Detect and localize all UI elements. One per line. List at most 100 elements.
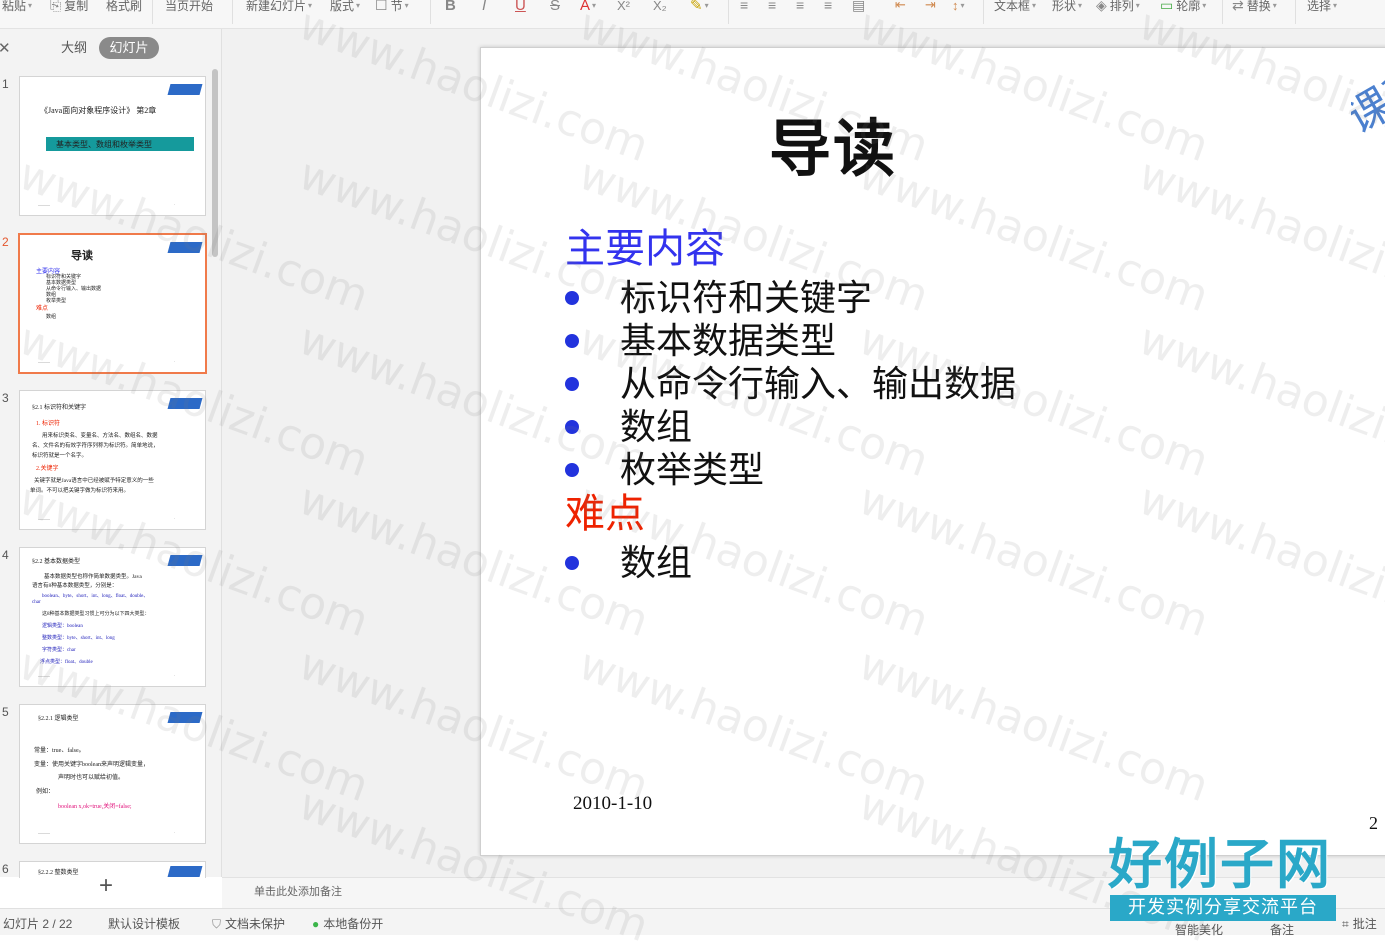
toolbar-divider <box>152 0 153 24</box>
thumbnail-title: §2.2 基本数据类型 <box>32 559 81 565</box>
thumbnail-footer: ——— <box>38 359 50 364</box>
align-center-icon[interactable]: ≡ <box>768 0 776 15</box>
bullet-dot <box>565 420 579 434</box>
template-name[interactable]: 默认设计模板 <box>108 915 180 932</box>
slide-thumbnail-panel: ✕ 大纲 幻灯片 1 《Java面向对象程序设计》 第2章 基本类型、数组和枚举… <box>0 29 222 898</box>
slide-thumbnail-4[interactable]: §2.2 基本数据类型 基本数据类型也称作简单数据类型。Java 语言有8种基本… <box>19 547 206 687</box>
thumbnail-title: 导读 <box>71 250 93 262</box>
thumbnail-line: 字符类型：char <box>42 648 76 653</box>
thumbnail-line: char <box>32 600 41 605</box>
thumbnail-line: 关键字就是Java语言中已经被赋予特定意义的一些 <box>34 478 154 484</box>
current-slide[interactable]: 课程 导读 主要内容 标识符和关键字 基本数据类型 从命令行输入、输出数据 数组… <box>480 47 1385 856</box>
collapse-panel-icon[interactable]: ✕ <box>0 39 11 57</box>
line-spacing-icon[interactable]: ↕ ▾ <box>952 0 965 15</box>
thumbnail-line: 名、文件名的有效字符序列称为标识符。简单地说， <box>32 443 159 449</box>
format-painter-button[interactable]: 格式刷 <box>106 0 142 15</box>
difficult-heading[interactable]: 难点 <box>565 481 645 539</box>
underline-button[interactable]: U <box>515 0 526 15</box>
comments-button[interactable]: ⌗ 批注 <box>1342 915 1377 932</box>
bold-button[interactable]: B <box>445 0 456 15</box>
slide-page-number[interactable]: 2 <box>1369 813 1378 834</box>
current-page-start-button[interactable]: 当页开始 <box>165 0 213 15</box>
thumbnail-footer: · <box>173 516 175 521</box>
outline-button[interactable]: ▭ 轮廓 ▾ <box>1160 0 1206 15</box>
slide-thumbnail-1[interactable]: 《Java面向对象程序设计》 第2章 基本类型、数组和枚举类型 ——— · <box>19 76 206 216</box>
outline-icon: ▭ <box>1160 0 1174 13</box>
thumbnail-line: boolean、byte、short、int、long、float、double… <box>42 594 149 599</box>
slide-date[interactable]: 2010-1-10 <box>573 793 652 815</box>
section-button[interactable]: ☐ 节 ▾ <box>375 0 409 15</box>
thumbnail-line: 标识符就是一个名字。 <box>32 453 88 459</box>
thumbnail-scrollbar[interactable] <box>212 69 218 257</box>
add-slide-button[interactable]: + <box>94 874 118 898</box>
brand-watermark: 好例子网 开发实例分享交流平台 <box>1108 835 1338 925</box>
justify-icon[interactable]: ≡ <box>824 0 832 15</box>
thumbnail-line: 常量：true、false。 <box>34 748 85 754</box>
italic-button[interactable]: I <box>482 0 486 15</box>
thumbnail-subtitle: 基本类型、数组和枚举类型 <box>56 140 152 149</box>
thumbnail-line: 基本数据类型也称作简单数据类型。Java <box>44 574 142 580</box>
section-icon: ☐ <box>375 0 388 13</box>
thumbnail-line: boolean x,ok=true,关闭=false; <box>58 804 132 810</box>
thumbnail-line: 1. 标识符 <box>36 421 61 427</box>
paste-button[interactable]: 粘贴 ▾ <box>2 0 32 15</box>
slide-thumbnail-3[interactable]: §2.1 标识符和关键字 1. 标识符 用来标识类名、变量名、方法名、数组名、数… <box>19 390 206 530</box>
svg-text:课程: 课程 <box>1351 78 1385 144</box>
toolbar-divider <box>1222 0 1223 24</box>
thumbnail-footer: · <box>173 673 175 678</box>
thumbnail-line: 逻辑类型：boolean <box>42 624 83 629</box>
thumbnail-footer: · <box>173 830 175 835</box>
thumbnail-logo <box>167 84 203 95</box>
ribbon-toolbar: 粘贴 ▾ ⎘ 复制 格式刷 当页开始 新建幻灯片 ▾ 版式 ▾ ☐ 节 ▾ B I U S … <box>0 0 1385 29</box>
comment-icon: ⌗ <box>1342 917 1349 931</box>
thumbnail-title: 《Java面向对象程序设计》 第2章 <box>40 106 157 115</box>
replace-button[interactable]: ⇄ 替换 ▾ <box>1232 0 1277 15</box>
superscript-button[interactable]: X² <box>617 0 630 15</box>
doc-protect-status[interactable]: ⛉ 文档未保护 <box>212 915 285 932</box>
slide-thumbnail-2[interactable]: 导读 主要内容 标识符和关键字 基本数据类型 从命令行输入、输出数据 数组 枚举… <box>18 233 207 374</box>
layout-button[interactable]: 版式 ▾ <box>330 0 360 15</box>
arrange-button[interactable]: ◈ 排列 ▾ <box>1096 0 1140 15</box>
subscript-button[interactable]: X₂ <box>653 0 667 15</box>
align-left-icon[interactable]: ≡ <box>740 0 748 15</box>
tab-slides[interactable]: 幻灯片 <box>99 37 159 59</box>
brand-name: 好例子网 <box>1108 833 1332 896</box>
slide-title[interactable]: 导读 <box>769 98 897 188</box>
tab-outline[interactable]: 大纲 <box>56 37 92 59</box>
thumbnail-line: 浮点类型：float、double <box>40 660 93 665</box>
toolbar-divider <box>983 0 984 24</box>
align-right-icon[interactable]: ≡ <box>796 0 804 15</box>
thumbnail-line: 数组 <box>46 315 57 320</box>
thumbnail-footer: ——— <box>38 202 50 207</box>
indent-decrease-icon[interactable]: ⇤ <box>895 0 906 15</box>
thumbnail-line: 声明时也可以赋给初值。 <box>58 775 125 781</box>
strikethrough-button[interactable]: S <box>550 0 560 15</box>
slide-thumbnail-5[interactable]: §2.2.1 逻辑类型 常量：true、false。 变量：使用关键字boole… <box>19 704 206 844</box>
indent-increase-icon[interactable]: ⇥ <box>925 0 936 15</box>
thumbnail-logo <box>167 555 203 566</box>
thumbnail-line: 整数类型：byte、short、int、long <box>42 636 115 641</box>
new-slide-button[interactable]: 新建幻灯片 ▾ <box>246 0 312 15</box>
thumbnail-number: 1 <box>2 77 9 91</box>
columns-icon[interactable]: ▤ <box>852 0 865 15</box>
select-button[interactable]: 选择 ▾ <box>1307 0 1337 15</box>
copy-button[interactable]: ⎘ 复制 <box>50 0 88 15</box>
copy-icon: ⎘ <box>50 0 62 13</box>
bullet-dot <box>565 291 579 305</box>
highlight-icon[interactable]: ✎ ▾ <box>690 0 709 15</box>
thumbnail-footer: ——— <box>38 516 50 521</box>
textbox-button[interactable]: 文本框 ▾ <box>994 0 1036 15</box>
thumbnail-logo <box>167 866 203 877</box>
local-backup-status[interactable]: ● 本地备份开 <box>312 915 383 932</box>
brand-tagline: 开发实例分享交流平台 <box>1110 895 1336 921</box>
shape-button[interactable]: 形状 ▾ <box>1052 0 1082 15</box>
thumbnail-footer: ——— <box>38 673 50 678</box>
notes-placeholder[interactable]: 单击此处添加备注 <box>254 883 342 899</box>
bullet-dot <box>565 377 579 391</box>
font-color-button[interactable]: A ▾ <box>580 0 596 15</box>
toolbar-divider <box>430 0 431 24</box>
main-content-heading[interactable]: 主要内容 <box>565 216 725 274</box>
thumbnail-number: 3 <box>2 391 9 405</box>
replace-icon: ⇄ <box>1232 0 1244 13</box>
toolbar-divider <box>1295 0 1296 24</box>
